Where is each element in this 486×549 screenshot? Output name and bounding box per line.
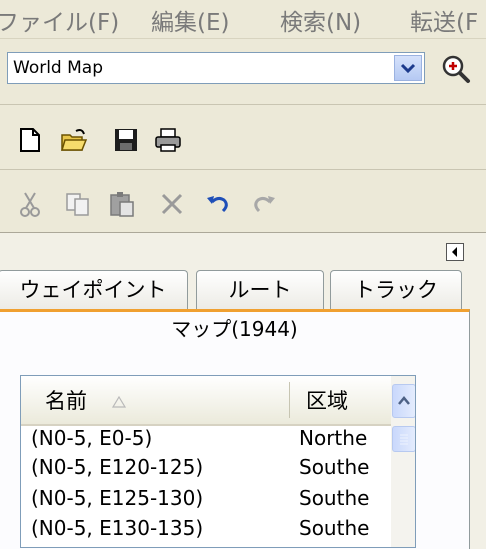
tab-waypoints[interactable]: ウェイポイント <box>0 270 188 310</box>
dropdown-button[interactable] <box>394 55 422 81</box>
cell-region: Northe <box>299 426 368 450</box>
paste-icon[interactable] <box>108 190 136 218</box>
column-name-label: 名前 <box>45 389 87 413</box>
column-header-region[interactable]: 区域 <box>306 376 348 424</box>
undo-icon[interactable] <box>204 190 232 218</box>
save-icon[interactable] <box>112 126 140 154</box>
tab-maps[interactable]: マップ(1944) <box>0 309 470 349</box>
copy-icon[interactable] <box>64 190 92 218</box>
new-file-icon[interactable] <box>16 126 44 154</box>
sort-ascending-icon <box>111 395 126 408</box>
table-row[interactable]: (N0-5, E120-125) Southe <box>21 455 391 484</box>
menu-edit[interactable]: 編集(E) <box>151 3 229 37</box>
print-icon[interactable] <box>154 126 182 154</box>
map-select[interactable]: World Map <box>7 52 425 84</box>
toolbar-background <box>210 104 486 170</box>
zoom-in-icon[interactable] <box>440 53 472 85</box>
column-header-name[interactable]: 名前 <box>45 376 126 424</box>
map-selector-row: World Map <box>0 38 486 105</box>
cell-region: Southe <box>299 486 370 510</box>
cell-name: (N0-5, E130-135) <box>31 516 204 540</box>
chevron-left-icon <box>452 247 457 257</box>
redo-icon[interactable] <box>250 190 278 218</box>
vertical-scrollbar[interactable] <box>391 376 415 547</box>
grip-icon <box>400 434 408 445</box>
chevron-down-icon <box>400 63 416 74</box>
scroll-up-button[interactable] <box>392 384 415 418</box>
tab-routes[interactable]: ルート <box>196 270 324 310</box>
edit-toolbar <box>0 170 305 232</box>
panel-collapse-button[interactable] <box>446 243 464 261</box>
map-select-value: World Map <box>13 58 103 78</box>
cut-icon[interactable] <box>16 190 44 218</box>
table-row[interactable]: (N0-5, E0-5) Northe <box>21 426 391 455</box>
file-toolbar <box>0 104 486 170</box>
table-row[interactable]: (N0-5, E125-130) Southe <box>21 486 391 515</box>
menu-search[interactable]: 検索(N) <box>280 3 361 37</box>
scroll-thumb[interactable] <box>392 426 415 452</box>
menu-bar: ファイル(F) 編集(E) 検索(N) 転送(F <box>0 0 486 38</box>
cell-name: (N0-5, E120-125) <box>31 455 204 479</box>
menu-file[interactable]: ファイル(F) <box>0 3 119 37</box>
cell-name: (N0-5, E0-5) <box>31 426 153 450</box>
list-header: 名前 区域 <box>21 376 391 426</box>
cell-name: (N0-5, E125-130) <box>31 486 204 510</box>
table-row[interactable]: (N0-5, E130-135) Southe <box>21 516 391 545</box>
menu-transfer[interactable]: 転送(F <box>410 3 478 37</box>
tab-tracks[interactable]: トラック <box>330 270 462 310</box>
delete-icon[interactable] <box>158 190 186 218</box>
cell-region: Southe <box>299 516 370 540</box>
map-list[interactable]: 名前 区域 (N0-5, E0-5) Northe (N0-5, E120-12… <box>20 375 416 548</box>
chevron-up-icon <box>398 396 410 405</box>
cell-region: Southe <box>299 455 370 479</box>
open-folder-icon[interactable] <box>60 126 88 154</box>
